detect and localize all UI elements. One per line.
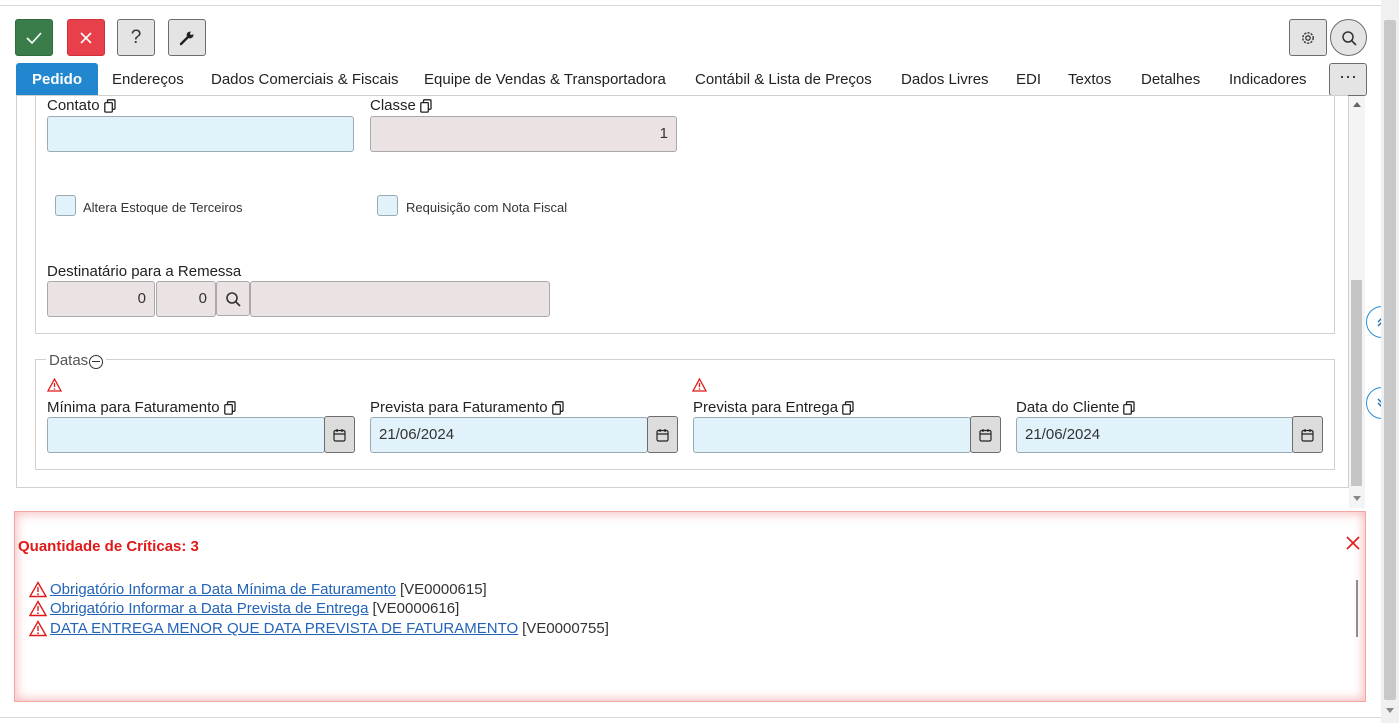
bottom-divider xyxy=(0,717,1381,718)
critica-item: Obrigatório Informar a Data Mínima de Fa… xyxy=(29,581,487,598)
prevista-entrega-label: Prevista para Entrega xyxy=(693,399,854,416)
data-cliente-label: Data do Cliente xyxy=(1016,399,1136,416)
classe-label: Classe xyxy=(370,97,432,114)
destinatario-name-field xyxy=(250,281,550,317)
prevista-faturamento-calendar-button[interactable] xyxy=(647,416,678,453)
critica-code: [VE0000755] xyxy=(522,620,609,637)
more-tabs-button[interactable]: ··· xyxy=(1329,63,1367,96)
warning-icon xyxy=(29,581,47,598)
top-divider xyxy=(0,0,1381,6)
prevista-entrega-calendar-button[interactable] xyxy=(970,416,1001,453)
copy-icon[interactable] xyxy=(420,98,432,113)
criticas-scrollbar[interactable] xyxy=(1356,580,1358,637)
help-button[interactable]: ? xyxy=(117,19,155,56)
minima-faturamento-label: Mínima para Faturamento xyxy=(47,399,236,416)
gear-icon xyxy=(1302,31,1314,44)
copy-icon[interactable] xyxy=(223,400,236,415)
minima-faturamento-input[interactable] xyxy=(47,417,325,453)
critica-link[interactable]: DATA ENTREGA MENOR QUE DATA PREVISTA DE … xyxy=(50,620,518,637)
requisicao-nf-label: Requisição com Nota Fiscal xyxy=(406,200,568,215)
panel-scrollbar[interactable] xyxy=(1349,96,1365,508)
close-icon[interactable] xyxy=(1345,535,1361,551)
data-cliente-input[interactable]: 21/06/2024 xyxy=(1016,417,1294,453)
tab-enderecos[interactable]: Endereços xyxy=(112,63,184,95)
scroll-up-arrow[interactable] xyxy=(1353,102,1361,107)
calendar-icon xyxy=(333,428,346,442)
minima-faturamento-calendar-button[interactable] xyxy=(324,416,355,453)
tab-detalhes[interactable]: Detalhes xyxy=(1141,63,1200,95)
cancel-button[interactable] xyxy=(67,19,105,56)
tab-dados-comerciais-fiscais[interactable]: Dados Comerciais & Fiscais xyxy=(211,63,399,95)
critica-link[interactable]: Obrigatório Informar a Data Mínima de Fa… xyxy=(50,581,396,598)
wrench-icon xyxy=(179,31,194,45)
warning-icon xyxy=(47,378,62,392)
tab-contabil-lista-precos[interactable]: Contábil & Lista de Preços xyxy=(695,63,872,95)
tab-indicadores[interactable]: Indicadores xyxy=(1229,63,1307,95)
critica-item: DATA ENTREGA MENOR QUE DATA PREVISTA DE … xyxy=(29,620,609,637)
close-icon xyxy=(80,31,92,44)
prevista-faturamento-label: Prevista para Faturamento xyxy=(370,399,564,416)
tab-equipe-vendas-transportadora[interactable]: Equipe de Vendas & Transportadora xyxy=(424,63,666,95)
check-icon xyxy=(26,31,42,44)
calendar-icon xyxy=(979,428,992,442)
calendar-icon xyxy=(656,428,669,442)
tab-pedido[interactable]: Pedido xyxy=(16,63,99,95)
critica-link[interactable]: Obrigatório Informar a Data Prevista de … xyxy=(50,600,369,617)
calendar-icon xyxy=(1301,428,1314,442)
critica-code: [VE0000615] xyxy=(399,581,487,598)
destinatario-search-button[interactable] xyxy=(216,281,250,316)
contato-label: Contato xyxy=(47,97,116,114)
confirm-button[interactable] xyxy=(15,19,53,56)
copy-icon[interactable] xyxy=(842,400,854,415)
page-scrollbar[interactable] xyxy=(1381,0,1399,723)
datas-legend[interactable]: Datas xyxy=(46,352,107,369)
data-cliente-calendar-button[interactable] xyxy=(1292,416,1323,453)
search-icon xyxy=(226,291,241,307)
classe-field: 1 xyxy=(370,116,677,152)
copy-icon[interactable] xyxy=(103,98,116,113)
copy-icon[interactable] xyxy=(1123,400,1136,415)
search-button[interactable] xyxy=(1330,19,1367,56)
destinatario-label: Destinatário para a Remessa xyxy=(47,263,242,280)
page-scroll-thumb[interactable] xyxy=(1384,20,1396,700)
tab-dados-livres[interactable]: Dados Livres xyxy=(901,63,989,95)
warning-icon xyxy=(29,620,47,637)
altera-estoque-checkbox[interactable] xyxy=(55,195,76,216)
scroll-down-arrow[interactable] xyxy=(1353,496,1361,501)
settings-button[interactable] xyxy=(1289,19,1327,56)
collapse-icon[interactable] xyxy=(89,354,104,369)
destinatario-code1-field: 0 xyxy=(47,281,155,317)
critica-item: Obrigatório Informar a Data Prevista de … xyxy=(29,600,459,617)
tab-edi[interactable]: EDI xyxy=(1016,63,1041,95)
contato-input[interactable] xyxy=(47,116,354,152)
requisicao-nf-checkbox[interactable] xyxy=(377,195,398,216)
destinatario-code2-field: 0 xyxy=(156,281,216,317)
prevista-faturamento-input[interactable]: 21/06/2024 xyxy=(370,417,648,453)
search-icon xyxy=(1341,30,1357,46)
copy-icon[interactable] xyxy=(551,400,564,415)
warning-icon xyxy=(29,600,47,617)
page-scroll-down-arrow[interactable] xyxy=(1386,708,1394,713)
prevista-entrega-input[interactable] xyxy=(693,417,971,453)
critica-code: [VE0000616] xyxy=(372,600,460,617)
altera-estoque-label: Altera Estoque de Terceiros xyxy=(83,200,243,215)
tab-textos[interactable]: Textos xyxy=(1068,63,1111,95)
criticas-title: Quantidade de Críticas: 3 xyxy=(18,538,199,555)
warning-icon xyxy=(692,378,707,392)
scroll-thumb[interactable] xyxy=(1351,280,1362,486)
tools-button[interactable] xyxy=(168,19,206,56)
